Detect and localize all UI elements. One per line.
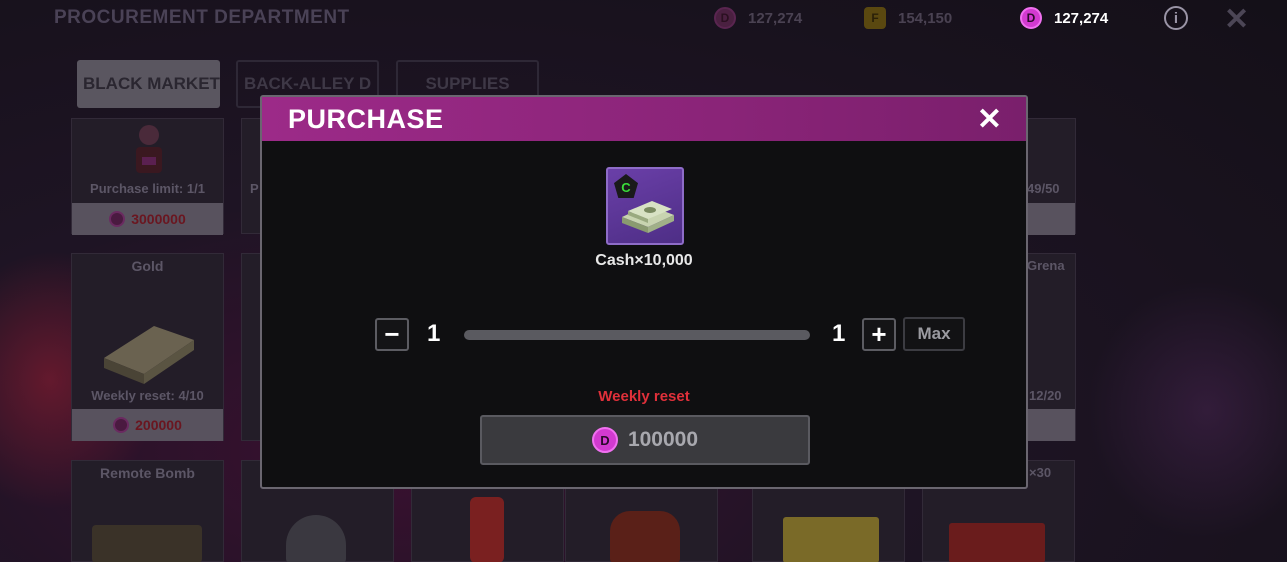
currency-d-display-active: D 127,274 — [1020, 6, 1108, 30]
currency-d-value-active: 127,274 — [1054, 9, 1109, 27]
extinguisher-icon — [470, 497, 504, 562]
ammo-box-icon — [949, 523, 1045, 562]
remote-bomb-icon — [92, 525, 202, 562]
flask-icon — [286, 515, 346, 562]
card-price: 200000 — [72, 409, 223, 441]
currency-d-value: 127,274 — [748, 9, 803, 27]
cash-stack-icon — [618, 197, 676, 242]
store-card[interactable]: Purchase limit: 1/1 3000000 — [71, 118, 224, 235]
currency-f-display: F 154,150 — [864, 6, 952, 30]
max-button[interactable]: Max — [903, 317, 965, 351]
currency-d-display: D 127,274 — [714, 6, 802, 30]
close-icon[interactable]: ✕ — [977, 102, 1002, 137]
increase-quantity-button[interactable]: + — [862, 318, 896, 351]
store-card[interactable]: Gold Weekly reset: 4/10 200000 — [71, 253, 224, 441]
card-name: ×30 — [1029, 465, 1052, 480]
purchase-dialog: PURCHASE ✕ C Cash×10,000 − 1 1 + Max Wee… — [260, 95, 1028, 489]
store-card[interactable]: Remote Bomb — [71, 460, 224, 562]
card-price: 3000000 — [72, 203, 223, 235]
d-coin-icon: D — [591, 427, 618, 453]
dialog-title: PURCHASE — [288, 104, 444, 134]
decrease-quantity-button[interactable]: − — [375, 318, 409, 351]
buy-button[interactable]: D 100000 — [480, 415, 810, 465]
rarity-letter: C — [621, 179, 631, 195]
crate-icon — [783, 517, 879, 562]
rarity-badge-icon: C — [614, 174, 638, 198]
quantity-max-value: 1 — [832, 320, 846, 347]
background-glow-right — [1087, 280, 1287, 540]
f-coin-icon: F — [864, 7, 886, 29]
canister-icon — [610, 511, 680, 562]
card-name: Gold — [131, 258, 164, 274]
card-name: Remote Bomb — [100, 465, 195, 481]
quantity-current: 1 — [427, 320, 441, 347]
page-title: PROCUREMENT DEPARTMENT — [54, 7, 350, 28]
item-name: Cash×10,000 — [595, 252, 693, 269]
card-note: 49/50 — [1027, 181, 1060, 196]
card-name: Grena — [1027, 258, 1065, 273]
d-coin-icon: D — [714, 7, 736, 29]
weekly-reset-label: Weekly reset — [598, 388, 690, 405]
character-figure-icon — [124, 123, 174, 175]
buy-price: 100000 — [627, 428, 699, 451]
info-icon[interactable]: i — [1164, 6, 1188, 30]
d-coin-icon — [113, 417, 130, 433]
currency-f-value: 154,150 — [898, 9, 953, 27]
card-note: Purchase limit: 1/1 — [90, 181, 205, 196]
item-tile: C — [606, 167, 684, 245]
d-coin-icon — [109, 211, 126, 227]
gold-bar-icon — [94, 296, 204, 391]
tab-black-market[interactable]: BLACK MARKET — [77, 60, 220, 108]
d-coin-icon: D — [1020, 7, 1042, 29]
quantity-slider[interactable] — [464, 330, 810, 340]
card-price-value: 3000000 — [131, 211, 186, 227]
close-icon[interactable]: ✕ — [1224, 2, 1249, 37]
card-note: Weekly reset: 4/10 — [91, 388, 204, 403]
dialog-header: PURCHASE ✕ — [262, 97, 1026, 141]
card-price-value: 200000 — [135, 417, 182, 433]
card-note: 12/20 — [1029, 388, 1062, 403]
